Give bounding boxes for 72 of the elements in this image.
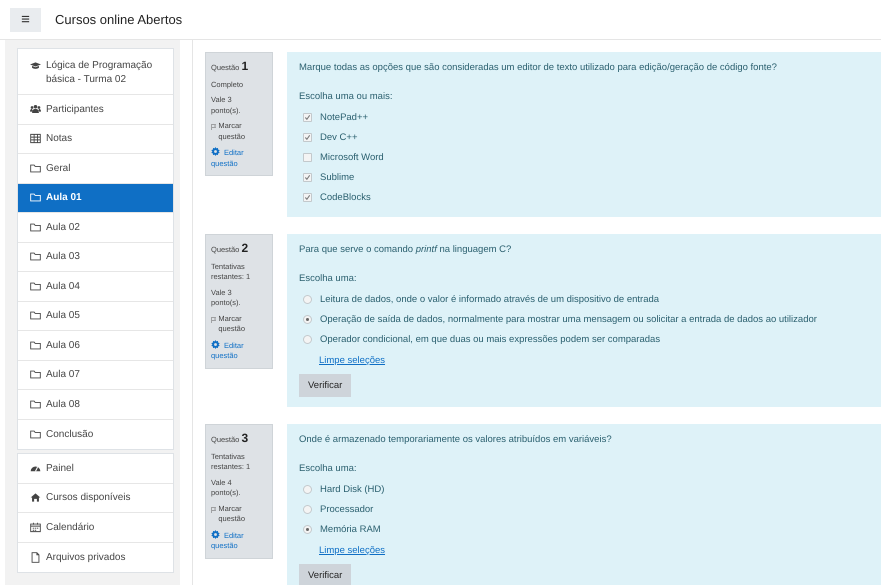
radio-button[interactable] <box>303 314 312 324</box>
radio-button[interactable] <box>303 504 312 514</box>
answer-prompt: Escolha uma: <box>299 463 358 474</box>
sidebar-item[interactable]: Aula 02 <box>18 213 173 242</box>
site-title: Cursos online Abertos <box>55 12 182 27</box>
checkbox[interactable] <box>303 132 312 142</box>
gear-icon <box>211 340 220 349</box>
sidebar-item[interactable]: Participantes <box>18 95 173 124</box>
sidebar-item[interactable]: Aula 05 <box>18 302 173 331</box>
option-label: Operador condicional, em que duas ou mais expressões podem ser comparadas <box>320 334 660 344</box>
gear-icon <box>211 147 220 156</box>
radio-button[interactable] <box>303 334 312 344</box>
sidebar-item[interactable]: Aula 06 <box>18 331 173 360</box>
folder-icon <box>30 428 41 440</box>
option-label: CodeBlocks <box>320 192 371 202</box>
option-label: Processador <box>320 504 374 514</box>
checkbox[interactable] <box>303 192 312 202</box>
radio-button[interactable] <box>303 484 312 494</box>
home-icon <box>30 492 41 504</box>
users-icon <box>30 104 41 115</box>
radio-button[interactable] <box>303 294 312 304</box>
sidebar-item[interactable]: Cursos disponíveis <box>18 484 173 513</box>
sidebar-item[interactable]: Lógica de Programação básica - Turma 02 <box>18 49 173 95</box>
checkbox[interactable] <box>303 112 312 122</box>
folder-icon <box>30 222 41 233</box>
question-text: Para que serve o comando printf na linguagem C? <box>299 244 512 255</box>
sidebar-item[interactable]: Calendário <box>18 513 173 542</box>
folder-icon <box>30 280 41 292</box>
sidebar-item[interactable]: Aula 07 <box>18 360 173 390</box>
sidebar-item[interactable]: Aula 08 <box>18 390 173 420</box>
sidebar-item[interactable]: Conclusão <box>18 420 173 449</box>
flag-icon <box>211 506 216 514</box>
answer-prompt: Escolha uma: <box>299 273 358 284</box>
option-label: Memória RAM <box>320 524 381 534</box>
clear-selection-link[interactable]: Limpe seleções <box>319 355 386 366</box>
question-text: Onde é armazenado temporariamente os valores atribuídos em variáveis? <box>299 434 613 445</box>
check-button[interactable]: Verificar <box>299 374 352 397</box>
radio-button[interactable] <box>303 524 312 534</box>
option-label: NotePad++ <box>320 112 368 122</box>
checkbox[interactable] <box>303 152 312 162</box>
folder-icon <box>30 398 41 410</box>
flag-icon <box>211 316 216 324</box>
file-icon <box>30 552 41 563</box>
folder-icon <box>30 369 41 380</box>
sidebar-item[interactable]: Aula 04 <box>18 272 173 302</box>
option-label: Microsoft Word <box>320 152 384 162</box>
folder-icon <box>30 251 41 262</box>
menu-button[interactable]: ≡ <box>10 8 41 32</box>
gear-icon <box>211 530 220 539</box>
folder-icon <box>30 310 41 322</box>
cap-icon <box>30 61 41 72</box>
option-label: Sublime <box>320 172 354 182</box>
question-text: Marque todas as opções que são consideradas um editor de texto utilizado para edição/geração de código fonte? <box>299 62 778 73</box>
option-label: Operação de saída de dados, normalmente para mostrar uma mensagem ou solicitar a entrada de dados ao utilizador <box>320 314 817 324</box>
calendar-icon <box>30 522 41 533</box>
folder-icon <box>30 340 41 351</box>
answer-prompt: Escolha uma ou mais: <box>299 91 394 102</box>
sidebar-item[interactable]: Notas <box>18 124 173 154</box>
folder-icon <box>30 192 41 204</box>
sidebar-item[interactable]: Aula 03 <box>18 242 173 272</box>
option-label: Leitura de dados, onde o valor é informado através de um dispositivo de entrada <box>320 294 660 304</box>
flag-icon <box>211 123 216 132</box>
table-icon <box>30 133 41 144</box>
sidebar-item[interactable]: Arquivos privados <box>18 542 173 572</box>
check-button[interactable]: Verificar <box>299 564 352 585</box>
option-label: Dev C++ <box>320 132 358 142</box>
sidebar-item[interactable]: Painel <box>18 454 173 484</box>
clear-selection-link[interactable]: Limpe seleções <box>319 545 386 556</box>
sidebar-item[interactable]: Aula 01 <box>18 184 173 213</box>
option-label: Hard Disk (HD) <box>320 484 384 494</box>
folder-icon <box>30 162 41 174</box>
checkbox[interactable] <box>303 172 312 182</box>
